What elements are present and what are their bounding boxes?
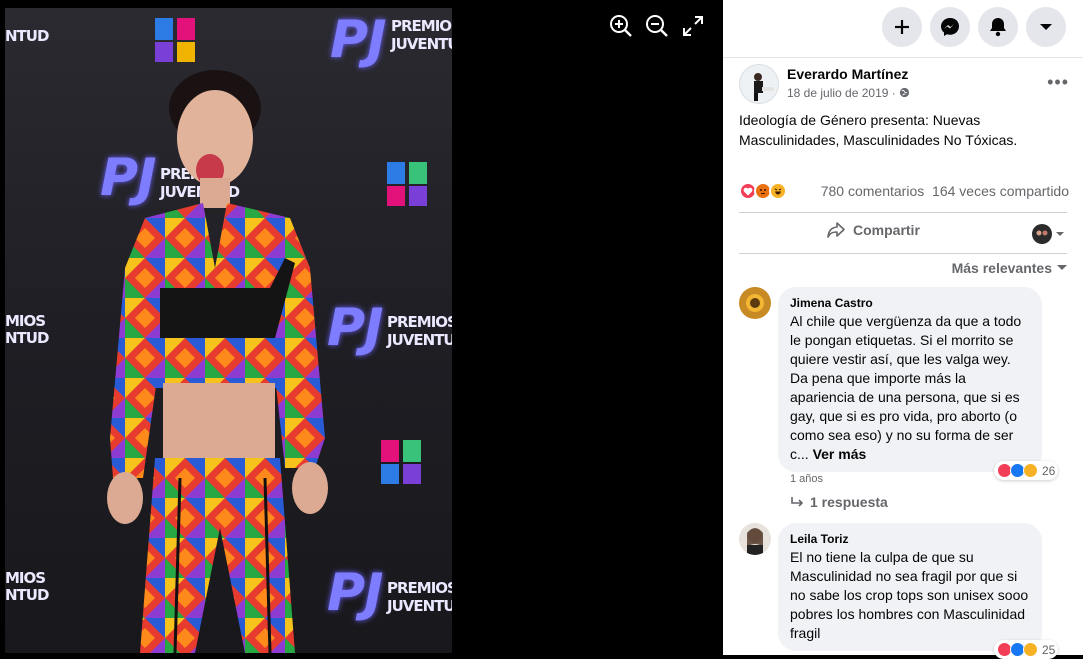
replies-count: 1 respuesta [810, 494, 888, 510]
person-figure [107, 70, 328, 653]
bell-icon [990, 18, 1006, 37]
shares-count[interactable]: 164 veces compartido [932, 183, 1069, 199]
caret-down-icon [1056, 232, 1064, 236]
commenter-name[interactable]: Jimena Castro [790, 295, 1030, 311]
comment-reactions[interactable]: 26 [994, 461, 1059, 480]
caret-down-icon [1040, 24, 1052, 30]
backdrop-text: MIOS [5, 312, 46, 330]
viewer-toolbar [609, 14, 705, 38]
zoom-in-icon [610, 15, 632, 37]
comment-time[interactable]: 1 años [790, 473, 823, 485]
notifications-button[interactable] [978, 7, 1018, 47]
backdrop-text: MIOS [5, 569, 46, 587]
view-replies-link[interactable]: 1 respuesta [790, 494, 888, 510]
post-text: Ideología de Género presenta: Nuevas Mas… [739, 112, 1018, 148]
top-bar [723, 0, 1083, 58]
commenter-avatar-image [739, 523, 771, 555]
author-avatar[interactable] [739, 64, 779, 104]
profile-avatar-icon [1032, 224, 1052, 244]
plus-icon [895, 20, 909, 34]
share-icon [827, 222, 845, 238]
post-date-text: 18 de julio de 2019 · [787, 86, 896, 100]
account-menu-button[interactable] [1026, 7, 1066, 47]
comment-body: Al chile que vergüenza da que a todo le … [790, 312, 1030, 464]
divider [739, 212, 1067, 213]
photo-viewer: PJ PREMIOS JUVENTUD PJ PREMIOS JUVENTUD … [0, 0, 723, 655]
zoom-out-button[interactable] [645, 14, 669, 38]
caret-down-icon [1057, 265, 1067, 270]
sort-label: Más relevantes [951, 260, 1052, 276]
share-label: Compartir [853, 222, 920, 238]
comment-sort-dropdown[interactable]: Más relevantes [952, 260, 1067, 276]
backdrop-text: NTUD [5, 27, 49, 45]
haha-reaction-icon [769, 182, 787, 200]
post-as-selector[interactable] [1032, 224, 1065, 244]
divider [739, 253, 1067, 254]
comment-bubble: Jimena Castro Al chile que vergüenza da … [778, 287, 1042, 472]
share-button[interactable]: Compartir [827, 222, 920, 238]
messenger-icon [941, 18, 959, 36]
globe-icon [900, 87, 910, 98]
create-button[interactable] [882, 7, 922, 47]
comments-count[interactable]: 780 comentarios [821, 183, 925, 199]
backdrop-text: PREMIOS [387, 313, 452, 331]
reaction-summary[interactable] [739, 182, 787, 200]
zoom-out-icon [646, 15, 668, 37]
comment-reaction-count: 25 [1042, 642, 1056, 657]
post-options-button[interactable]: ••• [1047, 72, 1069, 93]
backdrop-text: JUVENTUD [391, 35, 452, 53]
comment-body: El no tiene la culpa de que su Masculini… [790, 549, 1029, 641]
messenger-button[interactable] [930, 7, 970, 47]
backdrop-text: NTUD [5, 329, 49, 347]
post-side-panel: Everardo Martínez 18 de julio de 2019 · … [723, 0, 1083, 659]
fullscreen-icon [683, 16, 703, 36]
fullscreen-button[interactable] [681, 14, 705, 38]
comment-bubble: Leila Toriz El no tiene la culpa de que … [778, 523, 1042, 651]
comment-reactions[interactable]: 25 [994, 640, 1059, 659]
author-avatar-image [740, 65, 778, 103]
post-stats: 780 comentarios 164 veces compartido [739, 182, 1069, 202]
commenter-avatar[interactable] [739, 287, 771, 319]
backdrop-text: NTUD [5, 586, 49, 604]
author-name[interactable]: Everardo Martínez [787, 66, 908, 82]
reply-arrow-icon [791, 497, 804, 507]
see-more-link[interactable]: Ver más [813, 446, 867, 462]
commenter-avatar[interactable] [739, 523, 771, 555]
comment-item: Leila Toriz El no tiene la culpa de que … [739, 523, 1067, 659]
comment-text: Al chile que vergüenza da que a todo le … [790, 313, 1022, 462]
post-header: Everardo Martínez 18 de julio de 2019 · … [739, 64, 1069, 108]
comment-reaction-count: 26 [1042, 463, 1056, 478]
stats-text: 780 comentarios 164 veces compartido [821, 183, 1069, 199]
backdrop-text: PREMIOS [391, 17, 452, 35]
post-actions: Compartir [739, 216, 1067, 252]
backdrop-text: PREMIOS [387, 579, 452, 597]
post-date: 18 de julio de 2019 · [787, 86, 910, 100]
haha-reaction-icon [1023, 463, 1038, 478]
commenter-name[interactable]: Leila Toriz [790, 531, 1030, 547]
comment-item: Jimena Castro Al chile que vergüenza da … [739, 287, 1067, 517]
backdrop-text: JUVENTUD [387, 331, 452, 349]
univision-logo-icon [387, 162, 427, 206]
zoom-in-button[interactable] [609, 14, 633, 38]
univision-logo-icon [381, 440, 421, 484]
commenter-avatar-image [739, 287, 771, 319]
post-photo[interactable]: PJ PREMIOS JUVENTUD PJ PREMIOS JUVENTUD … [5, 8, 452, 653]
backdrop-text: JUVENTUD [387, 597, 452, 615]
